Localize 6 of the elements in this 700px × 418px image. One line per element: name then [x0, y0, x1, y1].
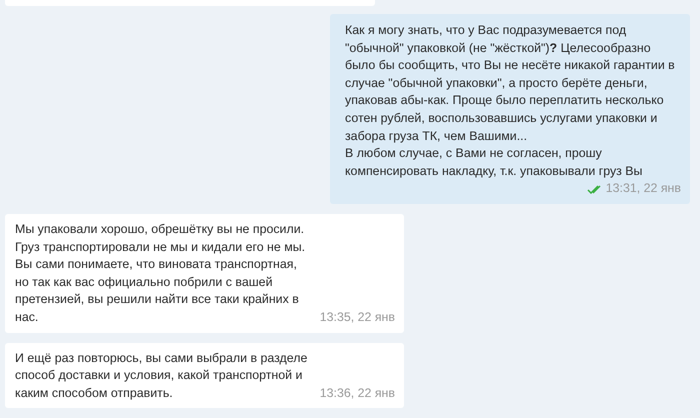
message-text: Мы упаковали хорошо, обрешётку вы не просили. Груз транспортировали не мы и кидали его не мы. Вы сами понимаете, что виновата транспортная, но так как вас официально побрили с вашей претензией, вы решили найти все таки крайних в нас. [15, 220, 306, 326]
message-time: 13:31, 22 янв [606, 180, 681, 198]
message-text: И ещё раз повторюсь, вы сами выбрали в разделе способ доставки и условия, какой транспортной и каким способом отправить. [15, 350, 308, 402]
message-time: 13:36, 22 янв [320, 384, 395, 402]
message-text: Как я могу знать, что у Вас подразумевается под "обычной" упаковкой (не "жёсткой")? Целесообразно было бы сообщить, что Вы не несёте никакой гарантии в случае "обычной упаковки", а просто берёте деньги, упаковав абы-как. Проще было переплатить несколько сотен рублей, воспользовавшись услугами упаковки и забора груза ТК, чем Вашими... В любом случае, с Вами не согласен, прошу компенсировать накладку, т.к. упаковывали груз Вы [345, 22, 676, 180]
message-time: 13:35, 22 янв [320, 308, 395, 326]
